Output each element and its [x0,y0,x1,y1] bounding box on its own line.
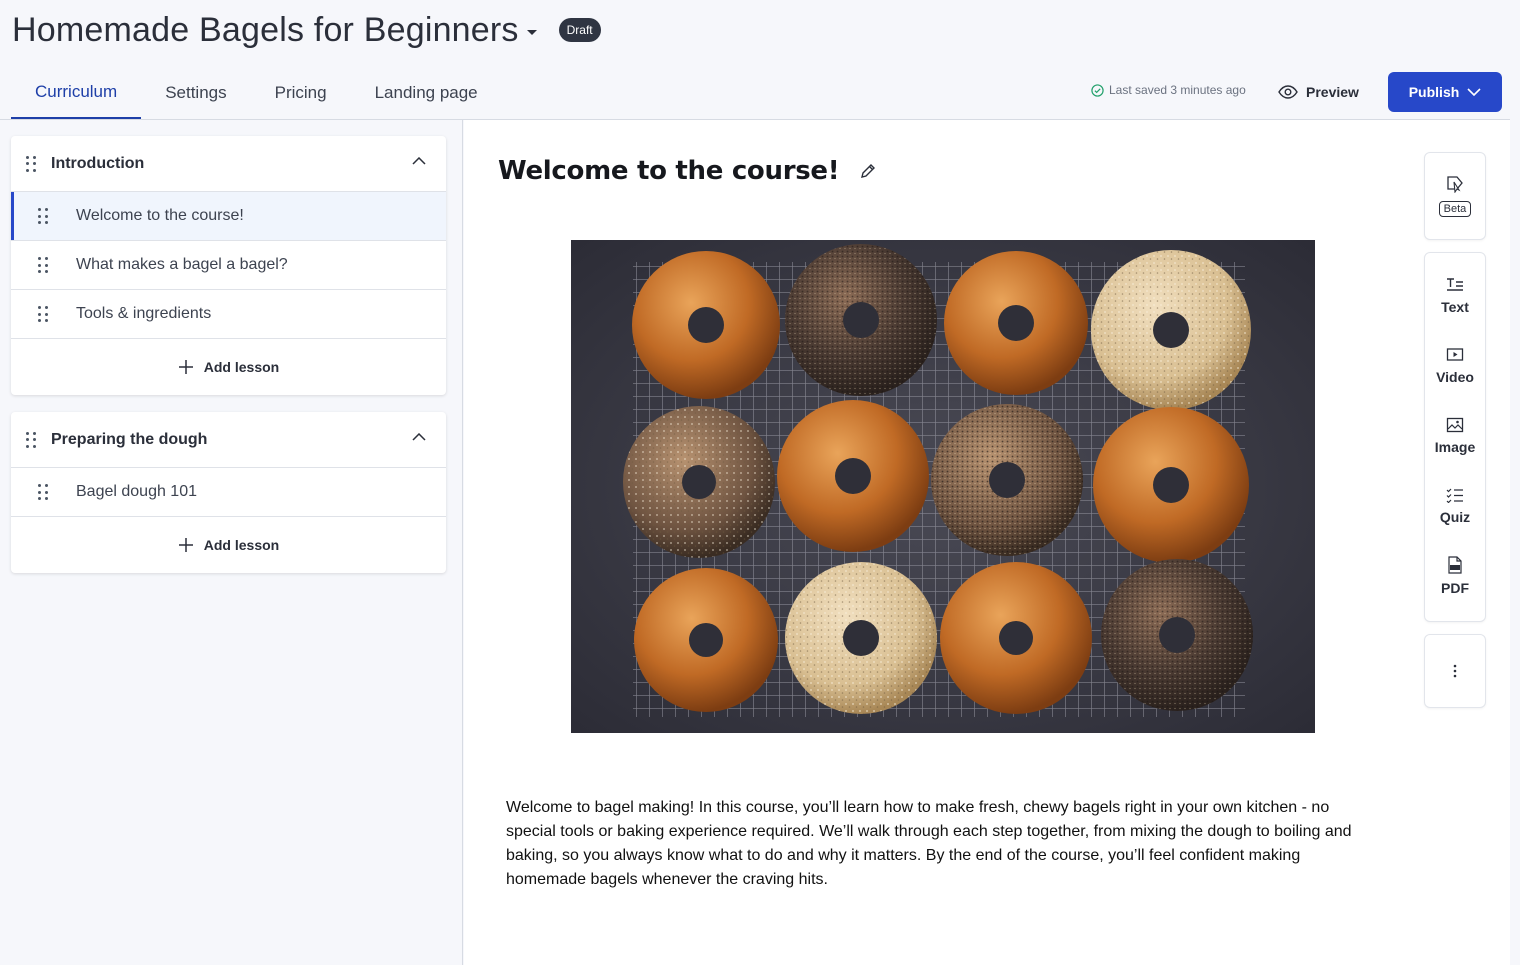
lesson-body-text[interactable]: Welcome to bagel making! In this course,… [506,796,1366,892]
section-title: Introduction [51,154,145,172]
tool-label: PDF [1441,580,1469,596]
more-options-button[interactable] [1425,635,1485,707]
lesson-item[interactable]: Bagel dough 101 [11,468,446,517]
tool-label: Image [1434,439,1476,455]
lesson-item[interactable]: What makes a bagel a bagel? [11,241,446,290]
eye-icon [1278,85,1298,99]
drag-handle-icon[interactable] [38,484,48,500]
lesson-title-row: Welcome to the course! [498,156,877,186]
tab-bar: Curriculum Settings Pricing Landing page [11,66,502,120]
beta-badge: Beta [1438,201,1472,217]
add-lesson-label: Add lesson [203,537,280,553]
drag-handle-icon[interactable] [26,155,36,172]
status-badge: Draft [558,18,601,42]
drag-handle-icon[interactable] [38,306,48,322]
caret-down-icon[interactable] [526,29,537,35]
add-lesson-button[interactable]: Add lesson [11,339,446,395]
preview-button[interactable]: Preview [1278,78,1359,106]
check-circle-icon [1091,83,1104,97]
text-icon [1447,278,1463,291]
tab-settings[interactable]: Settings [141,66,250,120]
beta-tool-card: Beta [1424,152,1486,240]
chevron-down-icon [1467,88,1481,96]
add-video-block-button[interactable]: Video [1425,331,1485,401]
course-title-row: Homemade Bagels for Beginners Draft [12,8,601,52]
publish-button[interactable]: Publish [1388,72,1502,112]
drag-handle-icon[interactable] [26,431,36,448]
pencil-icon[interactable] [859,162,877,180]
tool-label: Quiz [1439,509,1471,525]
drag-handle-icon[interactable] [38,257,48,273]
tool-label: Video [1436,369,1474,385]
section-introduction: Introduction Welcome to the course! What… [11,136,446,395]
plus-icon [178,538,193,552]
preview-label: Preview [1306,84,1359,100]
section-title: Preparing the dough [51,430,208,448]
lesson-label: Tools & ingredients [76,305,212,322]
add-lesson-button[interactable]: Add lesson [11,517,446,573]
lesson-label: Bagel dough 101 [76,483,197,500]
section-header[interactable]: Preparing the dough [11,412,446,468]
tab-landing-page[interactable]: Landing page [351,66,502,120]
save-status-text: Last saved 3 minutes ago [1109,83,1246,97]
course-title[interactable]: Homemade Bagels for Beginners [12,11,519,50]
quiz-icon [1446,488,1463,503]
curriculum-panel: Introduction Welcome to the course! What… [0,120,463,965]
drag-handle-icon[interactable] [38,208,48,224]
more-vertical-icon [1453,664,1457,678]
lesson-item[interactable]: Tools & ingredients [11,290,446,339]
lesson-editor: Welcome to the course! Welcome to bagel … [464,120,1510,965]
section-preparing-the-dough: Preparing the dough Bagel dough 101 Add … [11,412,446,573]
pdf-icon [1448,556,1462,574]
image-icon [1446,417,1464,433]
add-image-block-button[interactable]: Image [1425,401,1485,471]
video-icon [1446,348,1464,361]
lesson-item[interactable]: Welcome to the course! [11,192,446,241]
publish-label: Publish [1408,84,1460,100]
more-options-card [1424,634,1486,708]
tab-pricing[interactable]: Pricing [251,66,351,120]
chevron-up-icon[interactable] [412,433,426,441]
add-quiz-block-button[interactable]: Quiz [1425,471,1485,541]
lesson-label: What makes a bagel a bagel? [76,256,288,273]
add-pdf-block-button[interactable]: PDF [1425,541,1485,611]
content-blocks-toolbar: Text Video Image Quiz PDF [1424,252,1486,622]
lesson-label: Welcome to the course! [76,207,244,224]
add-lesson-label: Add lesson [203,359,280,375]
chevron-up-icon[interactable] [412,157,426,165]
cursor-flag-icon [1447,176,1463,193]
bagels-photo [571,240,1315,733]
plus-icon [178,360,193,374]
section-header[interactable]: Introduction [11,136,446,192]
tab-curriculum[interactable]: Curriculum [11,66,142,120]
beta-tool[interactable]: Beta [1425,153,1485,239]
lesson-title[interactable]: Welcome to the course! [498,156,840,186]
tool-label: Text [1441,299,1469,315]
save-status: Last saved 3 minutes ago [1091,83,1246,97]
add-text-block-button[interactable]: Text [1425,261,1485,331]
